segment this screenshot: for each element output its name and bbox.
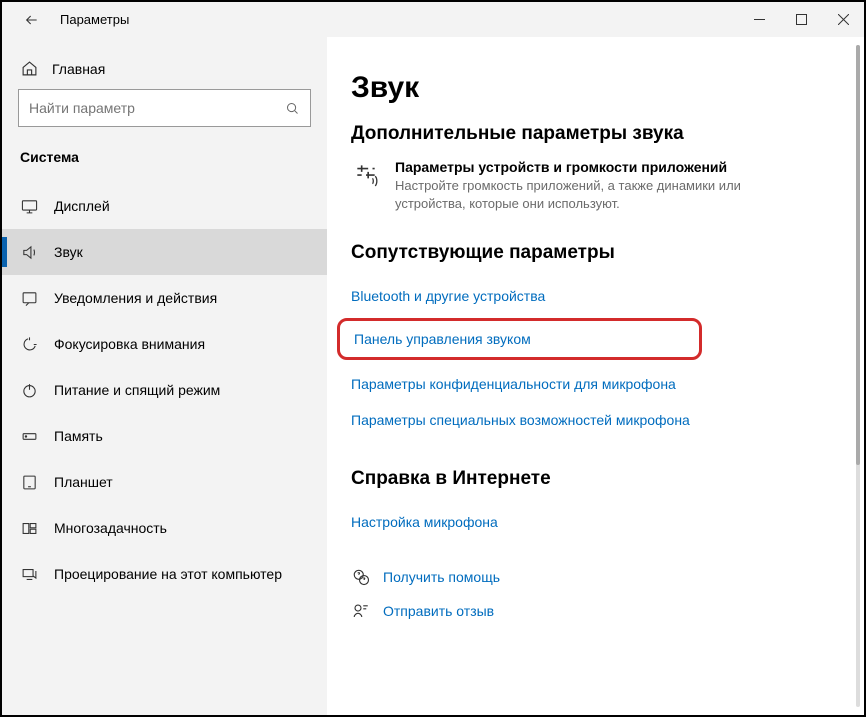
sidebar-item-notifications[interactable]: Уведомления и действия [2,275,327,321]
related-title: Сопутствующие параметры [351,242,834,264]
notifications-icon [20,289,38,307]
close-icon [838,14,849,25]
arrow-left-icon [24,12,40,28]
advanced-title: Дополнительные параметры звука [351,123,834,145]
titlebar: Параметры [2,2,864,37]
sidebar-item-focus[interactable]: Фокусировка внимания [2,321,327,367]
sidebar-item-label: Дисплей [54,198,110,214]
sidebar-item-label: Многозадачность [54,520,167,536]
home-nav[interactable]: Главная [2,52,327,89]
sidebar-item-label: Проецирование на этот компьютер [54,566,282,582]
link-mic-privacy[interactable]: Параметры конфиденциальности для микрофо… [351,366,834,402]
scrollbar-thumb[interactable] [856,45,860,465]
sidebar-item-power[interactable]: Питание и спящий режим [2,367,327,413]
get-help-label: Получить помощь [383,569,500,585]
sidebar: Главная Система Дисплей Звук [2,37,327,715]
help-icon [351,568,371,586]
sidebar-item-sound[interactable]: Звук [2,229,327,275]
minimize-button[interactable] [738,2,780,37]
sidebar-item-display[interactable]: Дисплей [2,183,327,229]
webhelp-title: Справка в Интернете [351,468,834,490]
page-title: Звук [351,71,834,105]
sidebar-item-label: Питание и спящий режим [54,382,220,398]
search-icon [285,101,300,116]
power-icon [20,381,38,399]
home-icon [20,60,38,77]
feedback-label: Отправить отзыв [383,603,494,619]
sliders-icon [351,159,381,212]
display-icon [20,197,38,215]
feedback-icon [351,602,371,620]
device-settings-row[interactable]: Параметры устройств и громкости приложен… [351,159,834,212]
device-settings-desc: Настройте громкость приложений, а также … [395,177,755,212]
feedback-row[interactable]: Отправить отзыв [351,594,834,628]
sidebar-item-multitask[interactable]: Многозадачность [2,505,327,551]
sidebar-item-label: Память [54,428,103,444]
sidebar-section-title: Система [2,143,327,183]
link-mic-setup[interactable]: Настройка микрофона [351,504,834,540]
main-content: Звук Дополнительные параметры звука Пара… [327,37,864,715]
sidebar-item-label: Звук [54,244,83,260]
sound-icon [20,243,38,261]
search-input-container[interactable] [18,89,311,127]
home-label: Главная [52,61,105,77]
webhelp-section: Справка в Интернете Настройка микрофона [351,468,834,540]
minimize-icon [754,14,765,25]
window-controls [738,2,864,37]
maximize-button[interactable] [780,2,822,37]
related-section: Сопутствующие параметры Bluetooth и друг… [351,242,834,438]
window-title: Параметры [60,12,129,27]
close-button[interactable] [822,2,864,37]
device-settings-title: Параметры устройств и громкости приложен… [395,159,755,175]
tablet-icon [20,473,38,491]
project-icon [20,565,38,583]
search-input[interactable] [29,100,285,116]
get-help-row[interactable]: Получить помощь [351,560,834,594]
device-text: Параметры устройств и громкости приложен… [395,159,755,212]
link-bluetooth[interactable]: Bluetooth и другие устройства [351,278,834,314]
sidebar-item-storage[interactable]: Память [2,413,327,459]
sidebar-item-label: Фокусировка внимания [54,336,205,352]
multitask-icon [20,519,38,537]
search-wrap [2,89,327,143]
maximize-icon [796,14,807,25]
back-button[interactable] [14,2,50,38]
sidebar-item-project[interactable]: Проецирование на этот компьютер [2,551,327,597]
sidebar-nav: Дисплей Звук Уведомления и действия Фоку… [2,183,327,597]
sidebar-item-label: Планшет [54,474,113,490]
body: Главная Система Дисплей Звук [2,37,864,715]
storage-icon [20,427,38,445]
sidebar-item-label: Уведомления и действия [54,290,217,306]
settings-window: Параметры Главная [2,2,864,715]
link-mic-accessibility[interactable]: Параметры специальных возможностей микро… [351,402,834,438]
link-sound-control-panel[interactable]: Панель управления звуком [337,318,702,360]
focus-icon [20,335,38,353]
sidebar-item-tablet[interactable]: Планшет [2,459,327,505]
